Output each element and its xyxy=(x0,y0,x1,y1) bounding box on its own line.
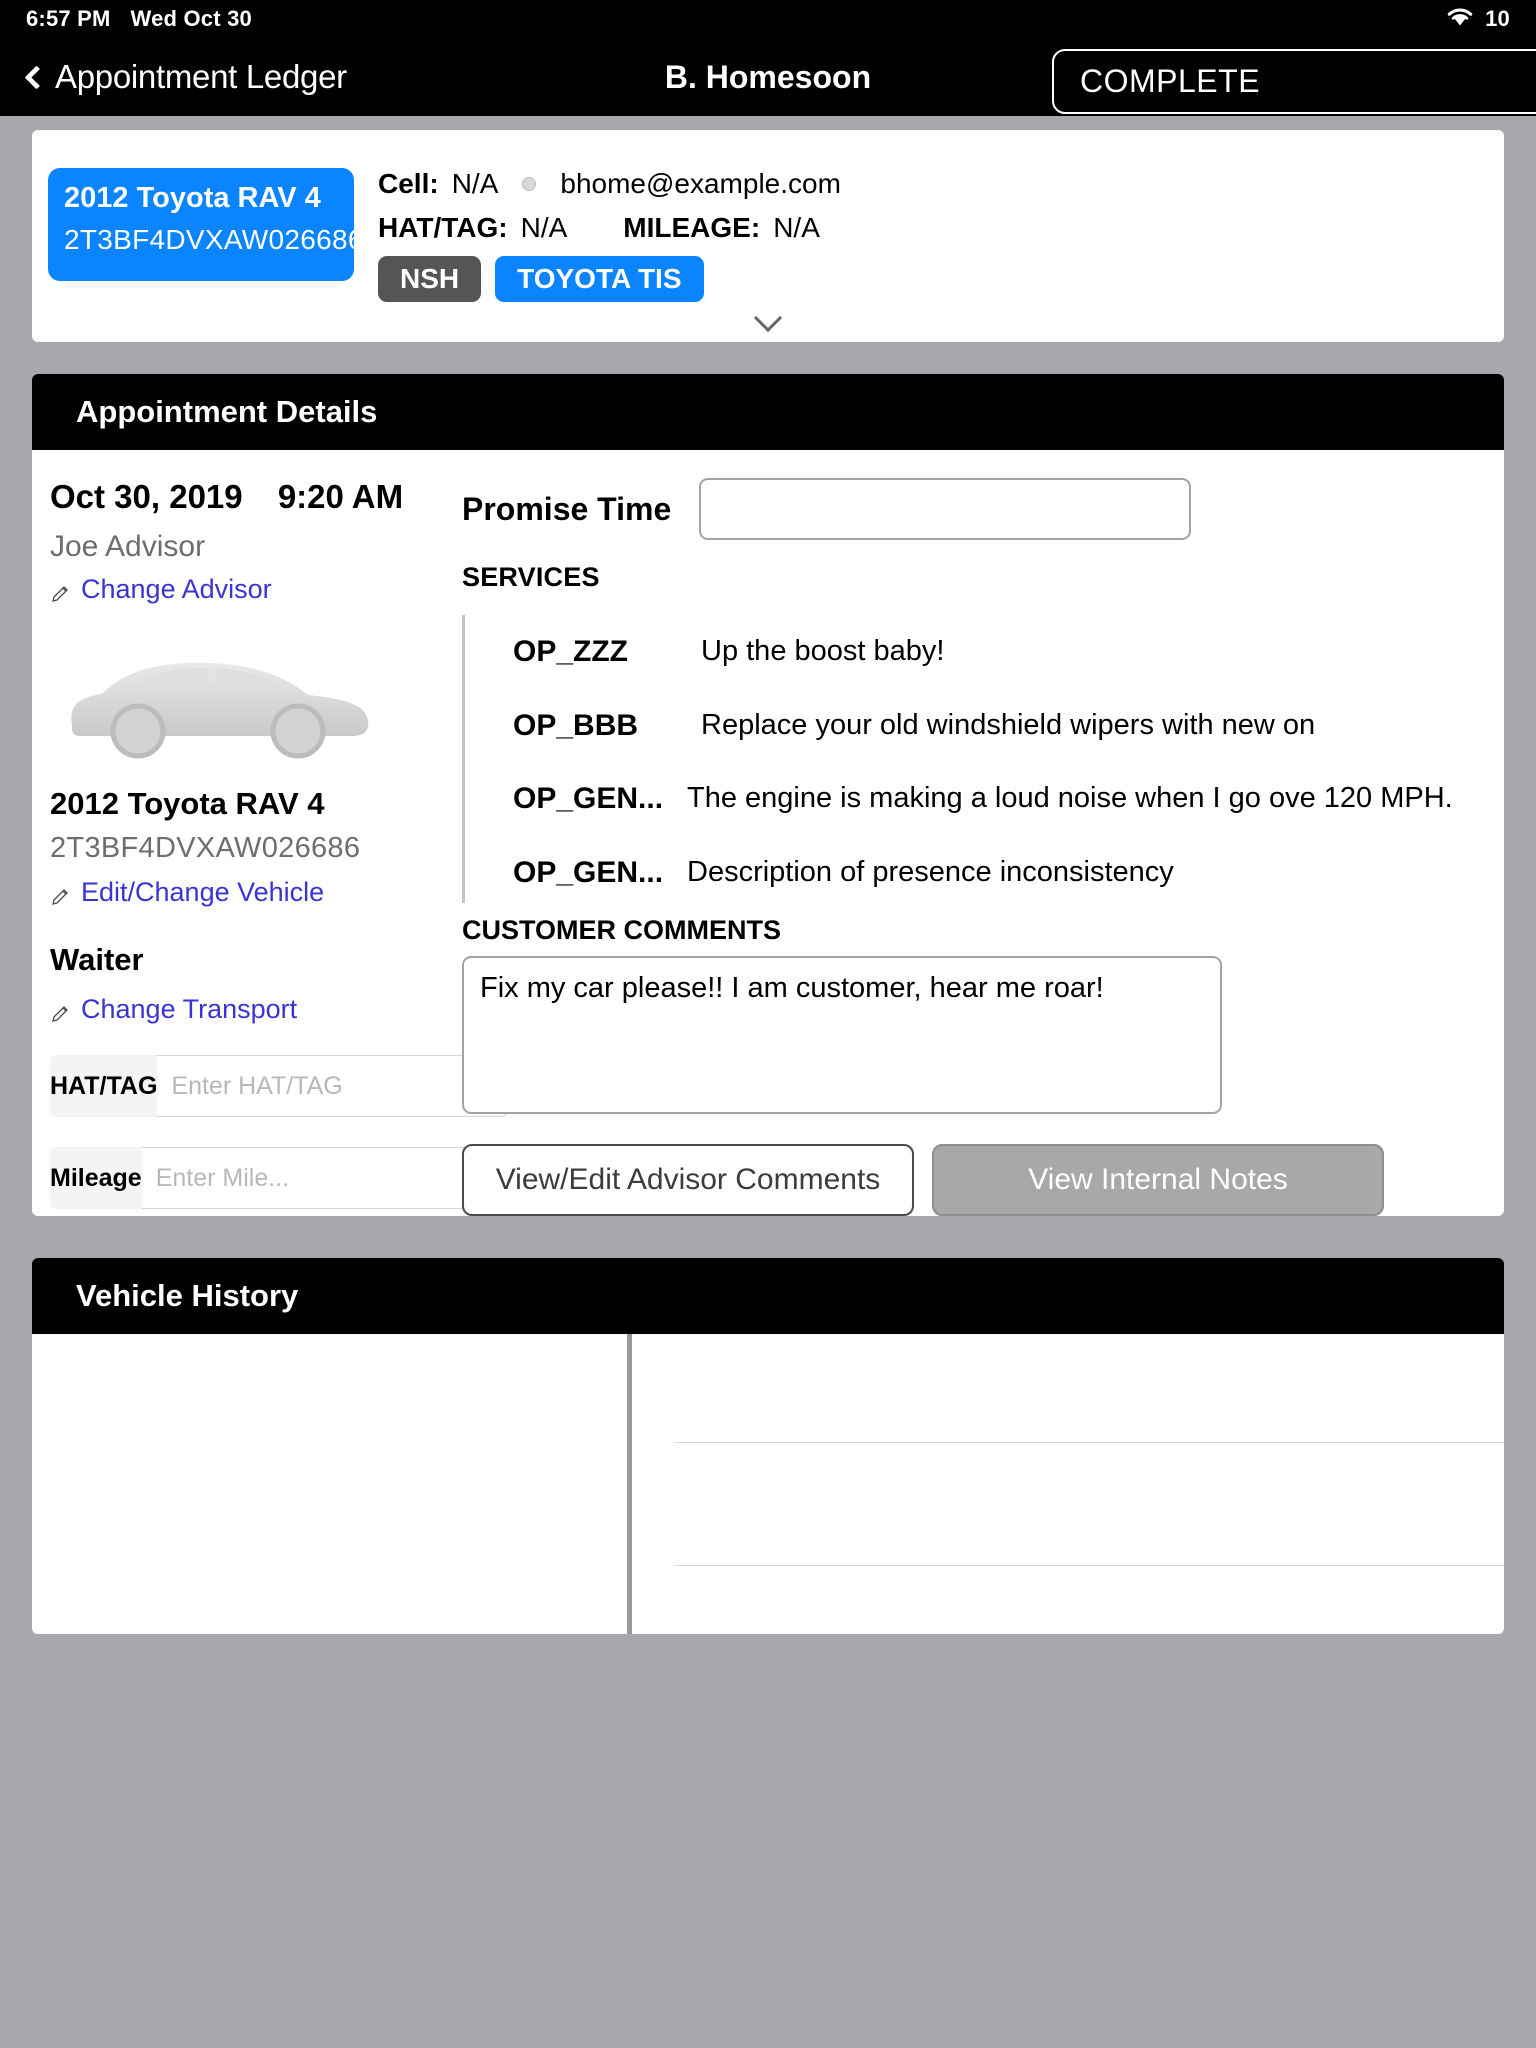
customer-comments-caption: CUSTOMER COMMENTS xyxy=(462,915,782,945)
appointment-date: Oct 30, 2019 xyxy=(50,478,243,515)
tag-row: NSH TOYOTA TIS xyxy=(378,256,841,302)
appointment-details-card: Appointment Details Oct 30, 2019 9:20 AM… xyxy=(32,374,1504,1216)
chevron-down-icon xyxy=(753,303,783,333)
summary-hattag-value: N/A xyxy=(520,212,568,243)
promise-time-label: Promise Time xyxy=(462,490,672,527)
summary-mileage-label: MILEAGE: xyxy=(623,212,761,243)
hattag-field-label: HAT/TAG xyxy=(50,1055,158,1117)
expand-summary-button[interactable] xyxy=(32,303,1504,333)
divider xyxy=(674,1565,1504,1566)
comment-buttons-row: View/Edit Advisor Comments View Internal… xyxy=(462,1144,1504,1216)
vehicle-badge-vin: 2T3BF4DVXAW026686 xyxy=(64,224,364,255)
service-row[interactable]: OP_ZZZ Up the boost baby! xyxy=(465,615,1504,689)
services-caption: SERVICES xyxy=(462,562,600,592)
appointment-time: 9:20 AM xyxy=(277,478,404,515)
mileage-field-label: Mileage xyxy=(50,1147,142,1209)
service-row[interactable]: OP_BBB Replace your old windshield wiper… xyxy=(465,689,1504,763)
back-button[interactable]: Appointment Ledger xyxy=(20,58,347,96)
service-description: Up the boost baby! xyxy=(701,635,945,667)
appointment-right-column: Promise Time SERVICES OP_ZZZ Up the boos… xyxy=(450,450,1504,1216)
view-internal-notes-button[interactable]: View Internal Notes xyxy=(932,1144,1384,1216)
change-advisor-link[interactable]: Change Advisor xyxy=(50,574,450,605)
status-bar: 6:57 PM Wed Oct 30 10 xyxy=(0,0,1536,38)
wifi-icon xyxy=(1445,5,1475,33)
service-description: The engine is making a loud noise when I… xyxy=(687,782,1453,815)
service-description: Description of presence inconsistency xyxy=(687,856,1174,889)
status-date: Wed Oct 30 xyxy=(130,6,252,31)
back-button-label: Appointment Ledger xyxy=(55,58,347,95)
tag-nsh[interactable]: NSH xyxy=(378,256,482,302)
edit-change-vehicle-label: Edit/Change Vehicle xyxy=(81,877,325,907)
vehicle-history-list-pane[interactable] xyxy=(32,1334,632,1634)
customer-contact-info: Cell: N/A bhome@example.com HAT/TAG: N/A… xyxy=(378,168,841,302)
vehicle-illustration xyxy=(60,639,450,764)
mileage-field-row: Mileage xyxy=(50,1147,493,1209)
vehicle-history-body xyxy=(32,1334,1504,1634)
vehicle-vin: 2T3BF4DVXAW026686 xyxy=(50,832,361,864)
pencil-icon xyxy=(50,580,70,602)
transport-type: Waiter xyxy=(50,942,144,977)
service-description: Replace your old windshield wipers with … xyxy=(701,708,1316,741)
vehicle-badge[interactable]: 2012 Toyota RAV 4 2T3BF4DVXAW026686 xyxy=(48,168,364,281)
pencil-icon xyxy=(50,883,70,905)
cell-label: Cell: xyxy=(378,168,439,199)
change-transport-link[interactable]: Change Transport xyxy=(50,994,450,1025)
vehicle-history-card: Vehicle History xyxy=(32,1258,1504,1634)
edit-change-vehicle-link[interactable]: Edit/Change Vehicle xyxy=(50,877,450,908)
navigation-bar: Appointment Ledger B. Homesoon COMPLETE xyxy=(0,38,1536,116)
services-list[interactable]: OP_ZZZ Up the boost baby! OP_BBB Replace… xyxy=(462,615,1504,903)
summary-mileage-value: N/A xyxy=(773,212,820,243)
vehicle-history-detail-pane[interactable] xyxy=(632,1334,1504,1634)
service-code: OP_BBB xyxy=(513,708,639,742)
cell-line: Cell: N/A bhome@example.com xyxy=(378,168,841,200)
cell-value: N/A xyxy=(451,168,499,199)
vehicle-history-header: Vehicle History xyxy=(32,1258,1504,1334)
email-value[interactable]: bhome@example.com xyxy=(560,168,841,200)
service-row[interactable]: OP_GEN... The engine is making a loud no… xyxy=(465,762,1504,836)
hattag-mileage-line: HAT/TAG: N/A MILEAGE: N/A xyxy=(378,212,841,244)
service-code: OP_GEN... xyxy=(513,782,664,816)
service-code: OP_GEN... xyxy=(513,856,664,890)
promise-time-input[interactable] xyxy=(699,478,1192,540)
tag-toyota-tis[interactable]: TOYOTA TIS xyxy=(495,256,704,302)
appointment-datetime: Oct 30, 2019 9:20 AM xyxy=(50,478,450,516)
pencil-icon xyxy=(50,1000,70,1022)
summary-hattag-label: HAT/TAG: xyxy=(378,212,508,243)
status-bar-left: 6:57 PM Wed Oct 30 xyxy=(26,6,252,32)
promise-time-row: Promise Time xyxy=(462,478,1504,540)
status-bar-right: 10 xyxy=(1445,5,1510,33)
service-row[interactable]: OP_GEN... Description of presence incons… xyxy=(465,836,1504,903)
view-edit-advisor-comments-button[interactable]: View/Edit Advisor Comments xyxy=(462,1144,914,1216)
change-advisor-label: Change Advisor xyxy=(81,574,272,604)
status-time: 6:57 PM xyxy=(26,6,111,31)
customer-comments-textarea[interactable]: Fix my car please!! I am customer, hear … xyxy=(462,956,1222,1114)
vehicle-badge-model: 2012 Toyota RAV 4 xyxy=(64,182,321,214)
mileage-input[interactable] xyxy=(141,1147,493,1209)
service-code: OP_ZZZ xyxy=(513,635,629,668)
hattag-field-row: HAT/TAG xyxy=(50,1055,509,1117)
chevron-left-icon xyxy=(24,64,49,90)
advisor-name: Joe Advisor xyxy=(50,530,206,563)
complete-button[interactable]: COMPLETE xyxy=(1052,49,1536,114)
change-transport-label: Change Transport xyxy=(81,994,298,1024)
appointment-left-column: Oct 30, 2019 9:20 AM Joe Advisor Change … xyxy=(32,450,509,1216)
vehicle-summary-card: 2012 Toyota RAV 4 2T3BF4DVXAW026686 Cell… xyxy=(32,130,1504,342)
separator-dot-icon xyxy=(522,177,537,191)
appointment-details-header: Appointment Details xyxy=(32,374,1504,450)
battery-level: 10 xyxy=(1485,6,1510,31)
vehicle-title: 2012 Toyota RAV 4 xyxy=(50,786,325,821)
